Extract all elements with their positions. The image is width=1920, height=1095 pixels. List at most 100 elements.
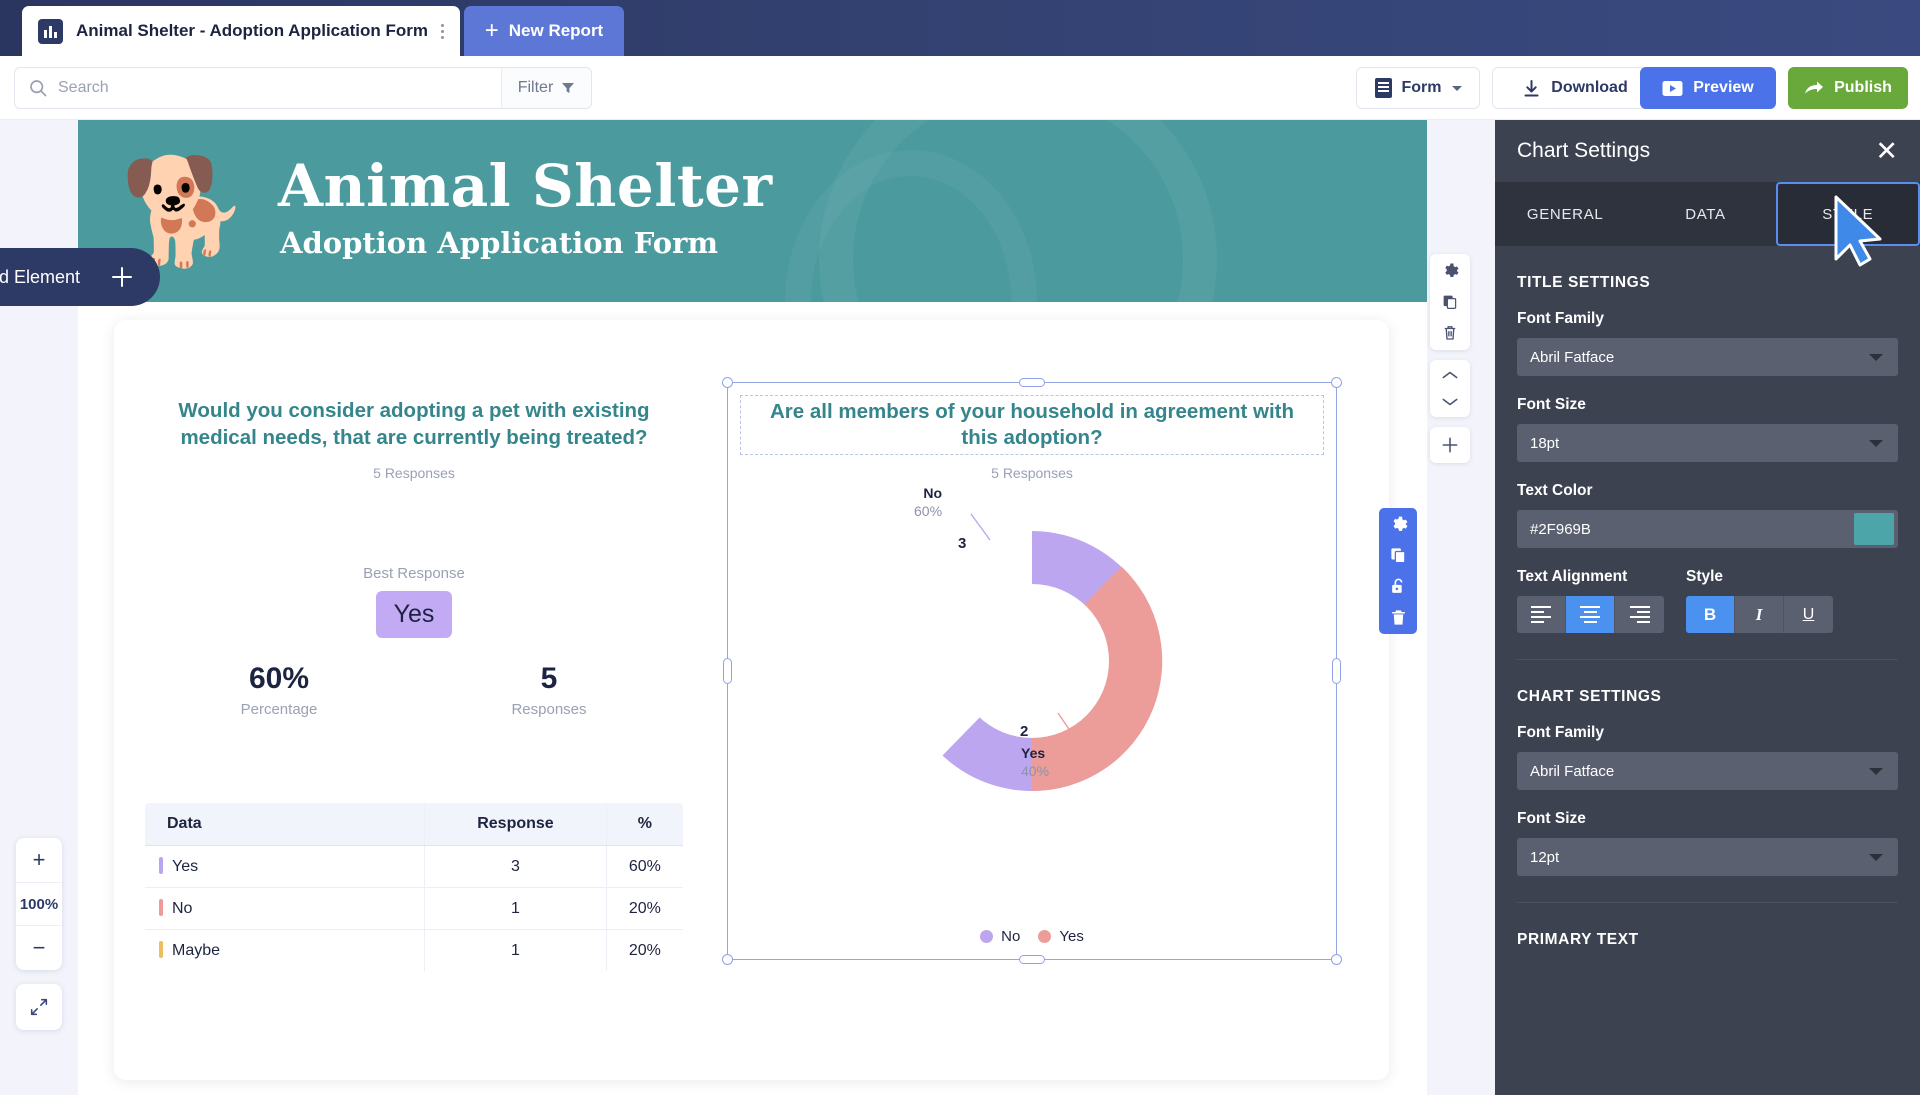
chart-font-family-select[interactable]: Abril Fatface — [1517, 752, 1898, 790]
align-center-button[interactable] — [1566, 596, 1615, 633]
filter-icon — [562, 83, 575, 93]
chevron-up-icon[interactable] — [1440, 368, 1460, 382]
report-chart-icon — [38, 18, 63, 44]
chart-font-size-select[interactable]: 12pt — [1517, 838, 1898, 876]
alignment-style-row: Text Alignment Style B I U — [1517, 568, 1898, 633]
unlock-icon[interactable] — [1389, 577, 1408, 596]
resize-handle-right[interactable] — [1332, 658, 1341, 684]
question-response-count: 5 Responses — [373, 465, 455, 482]
chart-font-family-value: Abril Fatface — [1530, 762, 1615, 780]
row-color-swatch — [159, 899, 163, 917]
document-tab[interactable]: Animal Shelter - Adoption Application Fo… — [22, 6, 460, 56]
new-report-tab[interactable]: + New Report — [464, 6, 624, 56]
donut-label-yes-pct: 40% — [1021, 762, 1050, 779]
resize-handle-top-left[interactable] — [722, 377, 733, 388]
gear-icon[interactable] — [1441, 262, 1459, 280]
chevron-down-icon[interactable] — [1440, 395, 1460, 409]
text-alignment-segmented — [1517, 596, 1664, 633]
row-color-swatch — [159, 857, 163, 875]
column-header-response: Response — [424, 803, 607, 847]
row-color-swatch — [159, 941, 163, 959]
title-text-color-swatch[interactable] — [1854, 513, 1894, 545]
fit-to-screen-button[interactable] — [16, 984, 62, 1030]
bold-button[interactable]: B — [1686, 596, 1735, 633]
chevron-down-icon[interactable] — [1854, 752, 1898, 790]
row-label: Yes — [172, 858, 199, 876]
duplicate-icon[interactable] — [1441, 293, 1459, 311]
title-font-family-value: Abril Fatface — [1530, 348, 1615, 366]
filter-button[interactable]: Filter — [501, 68, 591, 108]
align-right-icon — [1629, 606, 1650, 623]
preview-button[interactable]: Preview — [1640, 67, 1776, 109]
table-row: Yes 3 60% — [145, 845, 683, 889]
resize-handle-bottom-left[interactable] — [722, 954, 733, 965]
resize-handle-left[interactable] — [723, 658, 732, 684]
search-input[interactable]: Search — [15, 68, 501, 108]
chart-title: Are all members of your household in agr… — [770, 399, 1294, 449]
publish-button[interactable]: Publish — [1788, 67, 1908, 109]
main-toolbar: Search Filter Form Download Preview Publ… — [0, 56, 1920, 120]
legend-label-yes: Yes — [1059, 928, 1084, 945]
trash-icon[interactable] — [1441, 324, 1459, 342]
chevron-down-icon[interactable] — [1854, 424, 1898, 462]
resize-handle-bottom-right[interactable] — [1331, 954, 1342, 965]
tab-bar: Animal Shelter - Adoption Application Fo… — [0, 0, 1920, 56]
report-document: 🐕 Animal Shelter Adoption Application Fo… — [78, 120, 1427, 1095]
plus-icon[interactable] — [1440, 435, 1460, 455]
zoom-in-button[interactable]: + — [16, 838, 62, 882]
duplicate-icon[interactable] — [1389, 546, 1408, 565]
chevron-down-icon[interactable] — [1854, 838, 1898, 876]
donut-hole — [955, 584, 1109, 738]
panel-title: Chart Settings — [1517, 139, 1651, 162]
download-icon — [1524, 79, 1539, 96]
chart-legend: No Yes — [728, 928, 1336, 945]
italic-icon: I — [1755, 604, 1763, 624]
align-left-button[interactable] — [1517, 596, 1566, 633]
donut-label-no-pct: 60% — [914, 502, 943, 519]
tab-data[interactable]: DATA — [1635, 182, 1775, 246]
section-divider — [1517, 902, 1898, 903]
gear-icon[interactable] — [1389, 515, 1408, 534]
title-text-color-value[interactable]: #2F969B — [1517, 510, 1854, 548]
report-banner[interactable]: 🐕 Animal Shelter Adoption Application Fo… — [78, 120, 1427, 302]
style-label: Style — [1686, 568, 1724, 585]
align-right-button[interactable] — [1615, 596, 1664, 633]
resize-handle-top-right[interactable] — [1331, 377, 1342, 388]
close-icon[interactable]: ✕ — [1875, 137, 1898, 165]
form-label: Form — [1401, 79, 1442, 96]
text-alignment-label: Text Alignment — [1517, 568, 1628, 585]
tab-overflow-menu-icon[interactable] — [437, 23, 448, 39]
banner-title: Animal Shelter — [278, 152, 773, 220]
report-canvas[interactable]: 🐕 Animal Shelter Adoption Application Fo… — [0, 120, 1495, 1095]
underline-button[interactable]: U — [1784, 596, 1833, 633]
row-percent-cell: 60% — [605, 845, 683, 889]
legend-swatch-no — [980, 930, 994, 943]
title-font-family-select[interactable]: Abril Fatface — [1517, 338, 1898, 376]
chart-subtitle: 5 Responses — [991, 465, 1073, 481]
title-text-color-field[interactable]: #2F969B — [1517, 510, 1898, 548]
legend-swatch-yes — [1038, 930, 1052, 943]
resize-handle-top[interactable] — [1019, 378, 1045, 387]
tab-general[interactable]: GENERAL — [1495, 182, 1635, 246]
add-element-button[interactable]: Add Element — [0, 248, 160, 306]
widget-household-agreement-chart[interactable]: Are all members of your household in agr… — [722, 377, 1342, 965]
chart-title-editbox[interactable]: Are all members of your household in agr… — [740, 395, 1324, 455]
resize-handle-bottom[interactable] — [1019, 955, 1045, 964]
page-quick-actions-toolbar — [1430, 254, 1470, 473]
zoom-out-button[interactable]: − — [16, 926, 62, 970]
row-percent-cell: 20% — [605, 887, 683, 931]
document-tab-label: Animal Shelter - Adoption Application Fo… — [76, 21, 428, 40]
widget-medical-needs[interactable]: Would you consider adopting a pet with e… — [144, 398, 684, 973]
italic-button[interactable]: I — [1735, 596, 1784, 633]
legend-item-yes[interactable]: Yes — [1038, 928, 1084, 945]
download-button[interactable]: Download — [1492, 67, 1658, 109]
trash-icon[interactable] — [1389, 608, 1408, 627]
title-font-size-select[interactable]: 18pt — [1517, 424, 1898, 462]
legend-item-no[interactable]: No — [980, 928, 1020, 945]
expand-diagonal-icon — [30, 998, 48, 1016]
chevron-down-icon[interactable] — [1854, 338, 1898, 376]
row-label: Maybe — [172, 942, 221, 960]
form-dropdown-button[interactable]: Form — [1356, 67, 1480, 109]
donut-label-no-name: No — [923, 485, 943, 501]
title-font-family-label: Font Family — [1517, 310, 1604, 327]
